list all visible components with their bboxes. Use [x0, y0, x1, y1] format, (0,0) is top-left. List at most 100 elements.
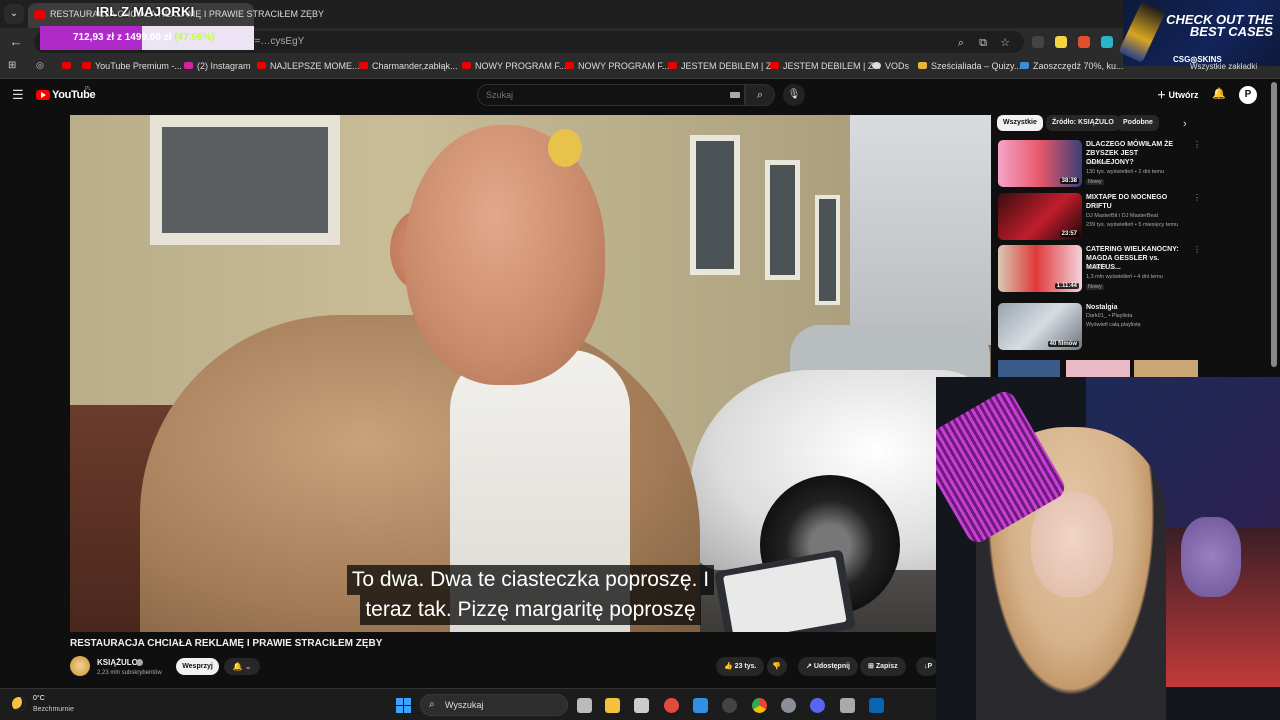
recommendation-meta: 130 tys. wyświetleń • 2 dni temu: [1086, 169, 1165, 175]
github-icon[interactable]: ◎: [36, 60, 44, 71]
channel-name[interactable]: KSIĄŻULO: [97, 658, 138, 667]
account-avatar[interactable]: P: [1239, 86, 1257, 104]
tab-list-dropdown-icon[interactable]: ⌄: [4, 4, 24, 24]
sponsor-slogan: CHECK OUT THE BEST CASES: [1166, 12, 1273, 39]
region-label: PL: [85, 86, 92, 92]
playlist-thumbnail[interactable]: 40 filmów: [998, 303, 1082, 350]
recommendation-item[interactable]: 38:38 DLACZEGO MÓWIŁAM ŻE ZBYSZEK JEST O…: [998, 140, 1201, 190]
more-options-icon[interactable]: ⋮: [1193, 245, 1201, 254]
download-button[interactable]: ↓P: [916, 657, 938, 676]
bookmark-item[interactable]: NOWY PROGRAM F...: [565, 61, 669, 71]
apps-grid-icon[interactable]: ⊞: [8, 60, 16, 71]
hamburger-menu-icon[interactable]: ☰: [12, 87, 24, 103]
weather-moon-icon[interactable]: [12, 697, 26, 711]
video-thumbnail[interactable]: 38:38: [998, 140, 1082, 187]
subscription-bell-button[interactable]: 🔔 ⌄: [224, 658, 260, 675]
search-icon: ⌕: [429, 699, 435, 710]
bookmark-item[interactable]: Sześcialiada – Quizy...: [918, 61, 1021, 71]
file-explorer-icon[interactable]: [605, 698, 620, 713]
weather-temperature: 0°C: [33, 695, 45, 702]
video-thumbnail[interactable]: 1:11:44: [998, 245, 1082, 292]
recommendation-title[interactable]: MIXTAPE DO NOCNEGO DRIFTU: [1086, 193, 1186, 211]
recommendation-channel: DJ MasterBit i DJ MasterBeat: [1086, 213, 1159, 219]
share-button[interactable]: ↗ Udostępnij: [798, 657, 858, 676]
dislike-button[interactable]: 👎: [767, 657, 787, 676]
recommendation-channel: Fusialka: [1086, 160, 1107, 166]
save-button[interactable]: ⊞ Zapisz: [860, 657, 906, 676]
chrome-icon[interactable]: [752, 698, 767, 713]
keyboard-icon[interactable]: [730, 92, 740, 98]
app-icon[interactable]: [693, 698, 708, 713]
app-icon[interactable]: [722, 698, 737, 713]
video-scene-window: [815, 195, 840, 305]
taskbar-search[interactable]: ⌕ Wyszukaj: [420, 694, 568, 716]
windows-start-icon[interactable]: [396, 698, 412, 714]
bookmark-item[interactable]: VODs: [872, 61, 909, 71]
cast-icon[interactable]: ⧉: [976, 36, 990, 50]
like-button[interactable]: 👍 23 tys.: [716, 657, 765, 676]
bookmark-item[interactable]: JESTEM DEBILEM | Z...: [668, 61, 779, 71]
recommendation-meta: 1,3 mln wyświetleń • 4 dni temu: [1086, 274, 1163, 280]
bookmark-item[interactable]: [62, 61, 75, 71]
zoom-icon[interactable]: ⌕: [954, 36, 968, 50]
webcam-overlay: [936, 377, 1280, 720]
page-scrollbar[interactable]: [1271, 82, 1277, 367]
share-icon: ↗: [806, 663, 814, 670]
app-icon[interactable]: [664, 698, 679, 713]
recommendation-channel: KSIĄŻULO: [1086, 265, 1114, 271]
back-arrow-icon[interactable]: ←: [8, 34, 24, 50]
chip-all[interactable]: Wszystkie: [997, 115, 1043, 131]
extension-icon[interactable]: [1055, 36, 1067, 48]
create-button[interactable]: ＋ Utwórz: [1157, 88, 1199, 101]
bookmark-item[interactable]: Zaoszczędź 70%, ku...: [1020, 61, 1124, 71]
channel-avatar[interactable]: [70, 656, 90, 676]
chip-source[interactable]: Źródło: KSIĄŻULO: [1046, 115, 1120, 131]
bookmark-item[interactable]: Charmander,zabłąk...: [359, 61, 458, 71]
youtube-icon: [62, 62, 71, 69]
youtube-icon: [462, 62, 471, 69]
recommendation-channel: Dark01_ • Playlista: [1086, 313, 1133, 319]
voice-search-button[interactable]: 🎙: [783, 84, 805, 106]
more-options-icon[interactable]: ⋮: [1193, 140, 1201, 149]
recommendation-thumbnails-partial[interactable]: [998, 360, 1198, 377]
sponsor-ad: CHECK OUT THE BEST CASES CSG◎SKINS: [1118, 0, 1280, 66]
bookmark-item[interactable]: (2) Instagram: [184, 61, 251, 71]
extension-icon[interactable]: [1078, 36, 1090, 48]
search-button[interactable]: ⌕: [745, 84, 775, 106]
recommendation-title[interactable]: Nostalgia: [1086, 303, 1186, 312]
app-icon[interactable]: [840, 698, 855, 713]
quiz-icon: [918, 62, 927, 69]
bookmark-item[interactable]: NOWY PROGRAM F...: [462, 61, 566, 71]
new-badge: Nowy: [1086, 284, 1104, 290]
bookmark-star-icon[interactable]: ☆: [998, 36, 1012, 50]
subtitle-row: teraz tak. Pizzę margaritę poproszę: [70, 595, 991, 625]
stream-banner: IRL Z MAJORKI: [96, 4, 195, 19]
video-thumbnail[interactable]: 23:57: [998, 193, 1082, 240]
subscriber-count: 2,23 mln subskrybentów: [97, 670, 162, 676]
video-person-head: [405, 125, 605, 385]
all-bookmarks-link[interactable]: Wszystkie zakładki: [1190, 62, 1257, 71]
chevron-right-icon[interactable]: ›: [1183, 118, 1187, 130]
extension-icon[interactable]: [1032, 36, 1044, 48]
recommendation-item[interactable]: 23:57 MIXTAPE DO NOCNEGO DRIFTU DJ Maste…: [998, 193, 1201, 243]
play-icon: [41, 92, 46, 98]
extension-icon[interactable]: [1101, 36, 1113, 48]
sponsor-graphic: [1118, 1, 1166, 63]
bookmark-item[interactable]: YouTube Premium -...: [82, 61, 182, 71]
task-view-icon[interactable]: [577, 698, 592, 713]
bookmark-item[interactable]: NAJLEPSZE MOME...: [257, 61, 360, 71]
recommendation-item[interactable]: 40 filmów Nostalgia Dark01_ • Playlista …: [998, 303, 1198, 353]
view-playlist-link[interactable]: Wyświetl całą playlistę: [1086, 322, 1141, 328]
settings-gear-icon[interactable]: [781, 698, 796, 713]
chip-similar[interactable]: Podobne: [1117, 115, 1159, 131]
store-icon[interactable]: [634, 698, 649, 713]
search-input[interactable]: [477, 84, 745, 106]
discord-icon[interactable]: [810, 698, 825, 713]
support-button[interactable]: Wesprzyj: [176, 658, 219, 675]
notifications-bell-icon[interactable]: 🔔: [1212, 87, 1226, 100]
more-options-icon[interactable]: ⋮: [1193, 193, 1201, 202]
video-player[interactable]: To dwa. Dwa te ciasteczka poproszę. I te…: [70, 115, 991, 632]
recommendation-item[interactable]: 1:11:44 CATERING WIELKANOCNY: MAGDA GESS…: [998, 245, 1201, 295]
app-icon[interactable]: [869, 698, 884, 713]
bookmark-item[interactable]: JESTEM DEBILEM | Z...: [770, 61, 881, 71]
